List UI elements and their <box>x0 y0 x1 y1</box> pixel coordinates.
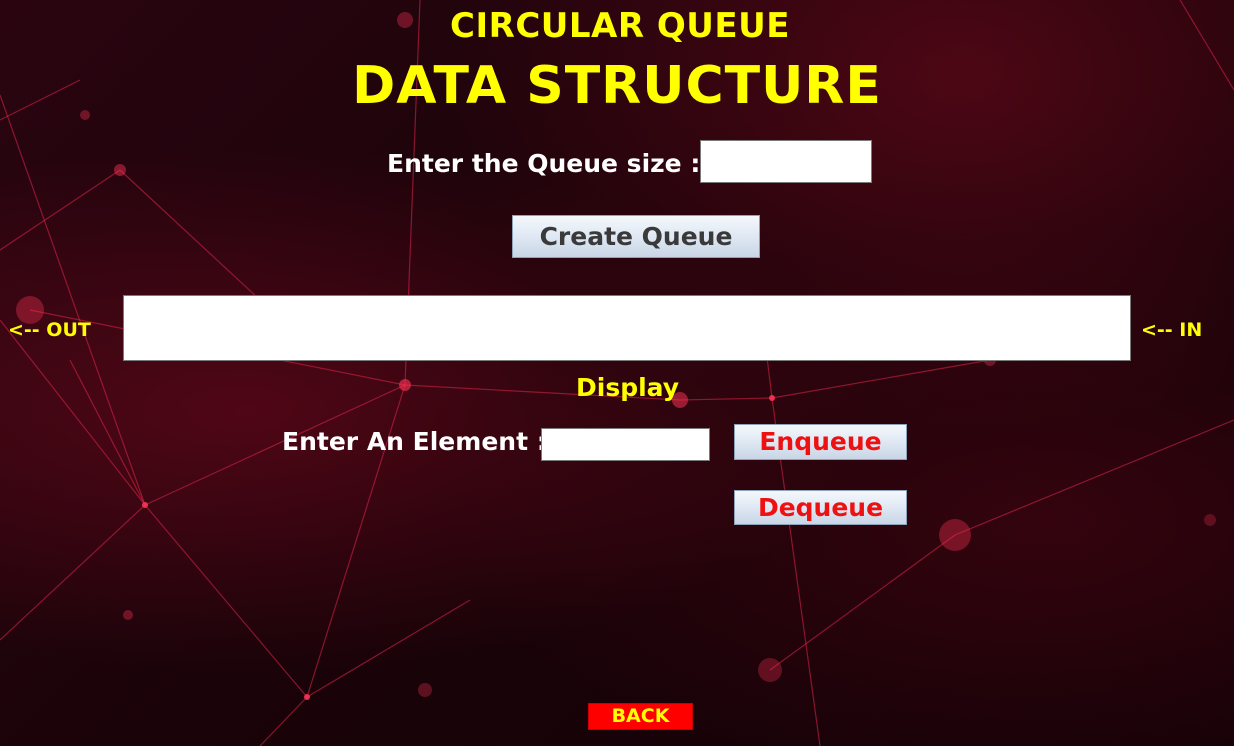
display-caption: Display <box>576 373 680 402</box>
element-input[interactable] <box>541 428 710 461</box>
queue-size-input[interactable] <box>700 140 872 183</box>
back-button[interactable]: BACK <box>588 703 693 730</box>
element-label: Enter An Element : <box>282 427 547 456</box>
out-label: <-- OUT <box>8 319 91 341</box>
enqueue-button[interactable]: Enqueue <box>734 424 907 460</box>
queue-display-field[interactable] <box>123 295 1131 361</box>
queue-size-label: Enter the Queue size : <box>387 149 701 178</box>
app-window: CIRCULAR QUEUE DATA STRUCTURE Enter the … <box>0 0 1234 746</box>
create-queue-button[interactable]: Create Queue <box>512 215 760 258</box>
app-subtitle: DATA STRUCTURE <box>352 56 882 116</box>
app-title: CIRCULAR QUEUE <box>450 6 790 46</box>
in-label: <-- IN <box>1141 319 1203 341</box>
dequeue-button[interactable]: Dequeue <box>734 490 907 525</box>
